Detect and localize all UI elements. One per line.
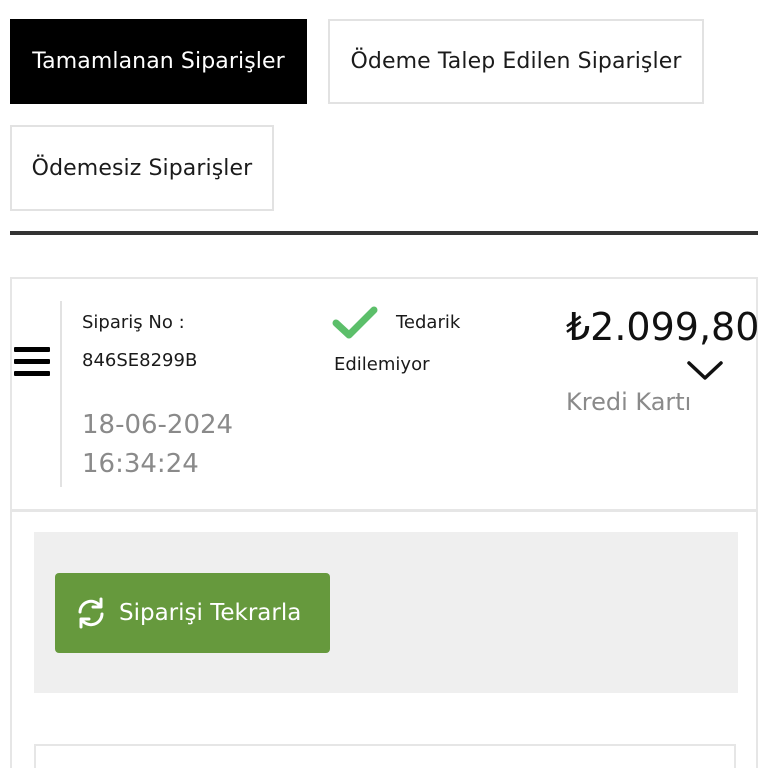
tab-payment-requested-orders[interactable]: Ödeme Talep Edilen Siparişler — [328, 19, 704, 104]
reorder-button[interactable]: Siparişi Tekrarla — [55, 573, 330, 653]
orders-page: Tamamlanan Siparişler Ödeme Talep Edilen… — [0, 0, 768, 768]
tab-unpaid-orders[interactable]: Ödemesiz Siparişler — [10, 125, 274, 211]
order-status-line1: Tedarik — [396, 312, 461, 333]
chevron-down-icon[interactable] — [686, 359, 724, 383]
order-actions-panel: Siparişi Tekrarla — [34, 532, 738, 693]
reorder-button-label: Siparişi Tekrarla — [119, 600, 302, 626]
order-time: 16:34:24 — [82, 449, 199, 479]
tab-completed-orders[interactable]: Tamamlanan Siparişler — [10, 19, 307, 104]
order-date: 18-06-2024 — [82, 410, 234, 440]
payment-method: Kredi Kartı — [566, 388, 692, 416]
check-icon — [332, 306, 378, 339]
tabs-divider — [10, 231, 758, 235]
order-amount: ₺2.099,80 — [566, 305, 760, 349]
refresh-icon — [78, 597, 104, 629]
order-details-box — [34, 744, 736, 768]
order-number-label: Sipariş No : — [82, 312, 185, 333]
order-number: 846SE8299B — [82, 350, 198, 371]
order-status-line2: Edilemiyor — [334, 354, 430, 375]
hamburger-icon[interactable] — [14, 347, 50, 377]
order-header[interactable]: Sipariş No : 846SE8299B 18-06-2024 16:34… — [12, 279, 760, 512]
order-card: Sipariş No : 846SE8299B 18-06-2024 16:34… — [10, 277, 760, 768]
order-header-separator — [60, 301, 62, 487]
